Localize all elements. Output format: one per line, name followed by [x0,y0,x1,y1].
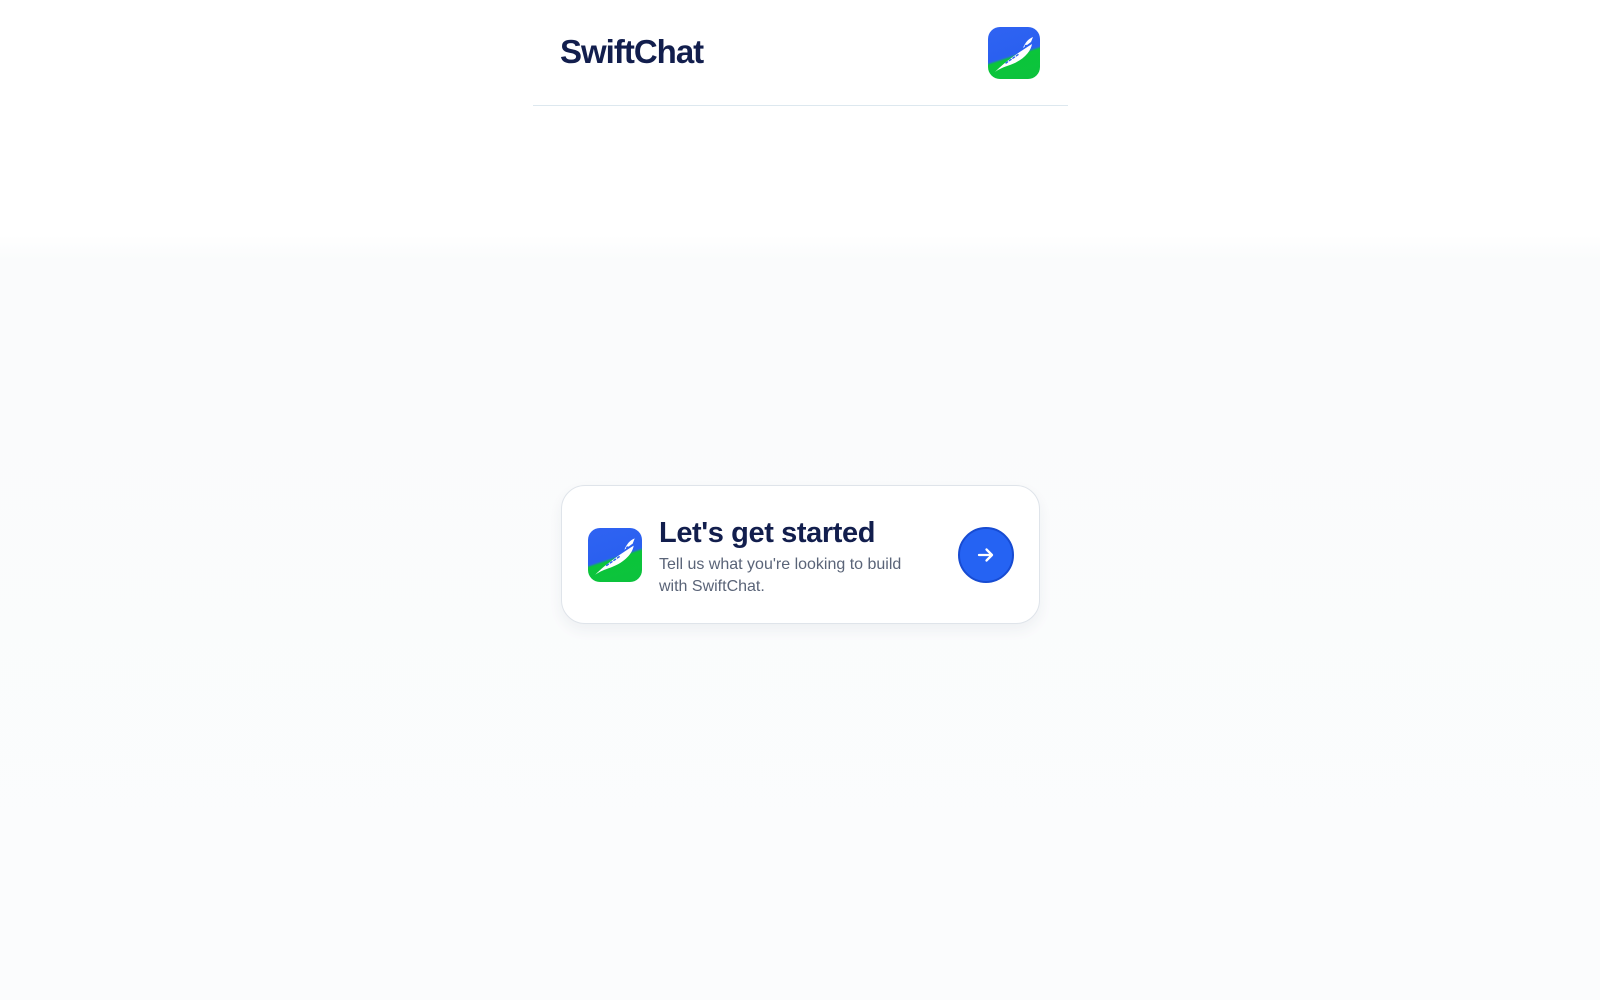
card-title: Let's get started [659,517,876,549]
arrow-right-icon [977,548,994,562]
get-started-button[interactable] [958,527,1014,583]
get-started-card[interactable]: Let's get started Tell us what you're lo… [561,485,1040,624]
app-header: SwiftChat [533,0,1068,106]
brand-title: SwiftChat [560,33,704,70]
card-subtitle: Tell us what you're looking to build wit… [659,556,902,595]
swiftchat-logo-icon [588,528,642,582]
swiftchat-logo-icon[interactable] [988,27,1040,79]
